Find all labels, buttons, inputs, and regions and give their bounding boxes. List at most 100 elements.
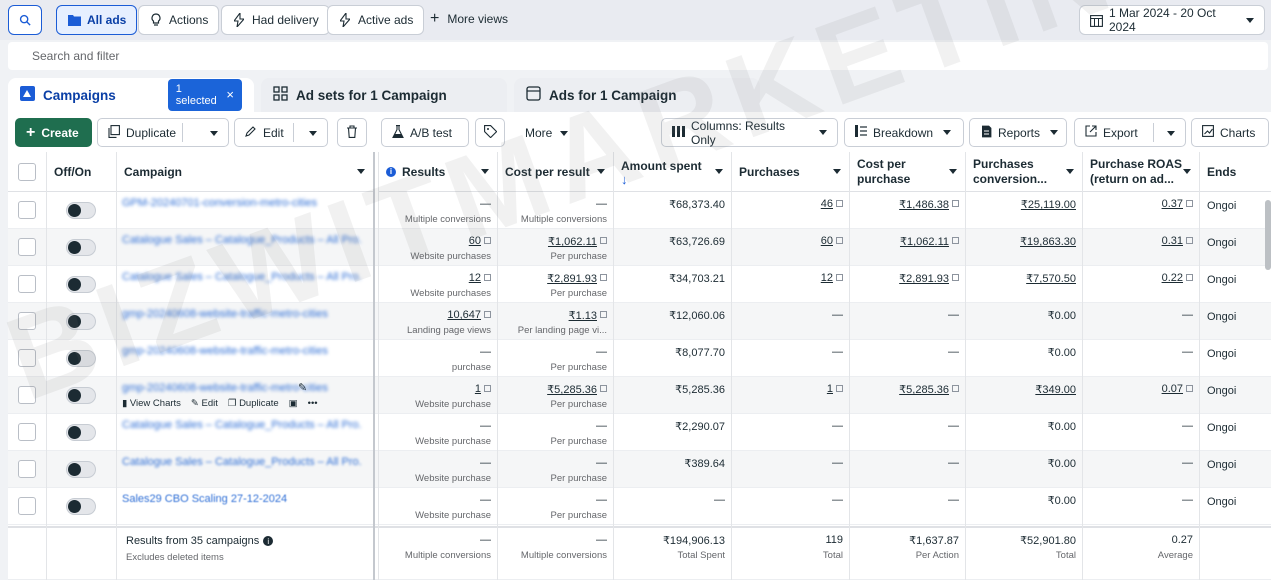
on-off-toggle[interactable] <box>66 276 96 293</box>
roas-value[interactable]: 0.22 <box>1162 272 1193 284</box>
chevron-down-icon[interactable] <box>309 131 317 136</box>
on-off-toggle[interactable] <box>66 239 96 256</box>
charts-button[interactable]: Charts <box>1191 118 1269 147</box>
campaign-name-link[interactable]: Catalogue Sales – Catalogue_Products – A… <box>122 419 362 431</box>
purchases-value[interactable]: 46 <box>821 198 843 210</box>
search-toggle-button[interactable] <box>8 5 42 35</box>
conv-value[interactable]: ₹25,119.00 <box>1021 198 1076 211</box>
conv-value[interactable]: ₹19,863.30 <box>1020 235 1076 248</box>
cpp-value[interactable]: ₹5,285.36 <box>899 383 959 396</box>
campaign-name-link[interactable]: Catalogue Sales – Catalogue_Products – A… <box>122 234 362 246</box>
row-checkbox[interactable] <box>18 275 36 293</box>
results-value[interactable]: 12 <box>469 272 491 284</box>
row-checkbox[interactable] <box>18 497 36 515</box>
on-off-toggle[interactable] <box>66 313 96 330</box>
chevron-down-icon[interactable] <box>210 131 218 136</box>
view-all-ads[interactable]: All ads <box>56 5 138 35</box>
campaign-name-link[interactable]: gmp-20240608-website-traffic-metro-citie… <box>122 382 362 394</box>
ab-test-button[interactable]: A/B test <box>381 118 469 147</box>
header-campaign[interactable]: Campaign <box>116 152 373 192</box>
header-purchases-conversion[interactable]: Purchases conversion... <box>965 152 1082 192</box>
cpp-value[interactable]: ₹1,486.38 <box>899 198 959 211</box>
view-actions[interactable]: Actions <box>138 5 220 35</box>
tag-button[interactable] <box>475 118 505 147</box>
results-value[interactable]: 10,647 <box>447 309 491 321</box>
header-results[interactable]: i Results <box>378 152 497 192</box>
header-purchases[interactable]: Purchases <box>731 152 849 192</box>
image-icon[interactable]: ▣ <box>289 398 298 409</box>
row-checkbox[interactable] <box>18 349 36 367</box>
results-value[interactable]: 1 <box>475 383 491 395</box>
more-actions[interactable]: ••• <box>308 398 318 409</box>
on-off-toggle[interactable] <box>66 202 96 219</box>
export-button[interactable]: Export <box>1074 118 1186 147</box>
row-checkbox[interactable] <box>18 238 36 256</box>
view-charts-action[interactable]: ▮ View Charts <box>122 398 181 409</box>
select-all-checkbox[interactable] <box>18 163 36 181</box>
on-off-toggle[interactable] <box>66 424 96 441</box>
tab-campaigns[interactable]: Campaigns 1 selected × <box>8 78 254 112</box>
delete-button[interactable] <box>337 118 367 147</box>
cpr-value[interactable]: ₹1,062.11 <box>548 235 607 248</box>
on-off-toggle[interactable] <box>66 387 96 404</box>
date-range-picker[interactable]: 1 Mar 2024 - 20 Oct 2024 <box>1079 5 1265 35</box>
header-ends[interactable]: Ends <box>1199 152 1271 192</box>
campaign-name-link[interactable]: Catalogue Sales – Catalogue_Products – A… <box>122 456 362 468</box>
campaign-name-link[interactable]: gmp-20240608-website-traffic-metro-citie… <box>122 345 362 357</box>
on-off-toggle[interactable] <box>66 498 96 515</box>
header-cost-per-purchase[interactable]: Cost per purchase <box>849 152 965 192</box>
roas-value[interactable]: 0.07 <box>1162 383 1193 395</box>
header-amount-spent[interactable]: Amount spent ↓ <box>613 152 731 192</box>
row-checkbox[interactable] <box>18 201 36 219</box>
header-off-on[interactable]: Off/On <box>46 152 116 192</box>
pencil-icon[interactable]: ✎ <box>298 381 307 394</box>
cpr-value[interactable]: ₹2,891.93 <box>547 272 607 285</box>
edit-action[interactable]: ✎ Edit <box>191 398 218 409</box>
campaign-name-link[interactable]: gmp-20240608-website-traffic-metro-citie… <box>122 308 362 320</box>
purchases-value[interactable]: 12 <box>821 272 843 284</box>
duplicate-action[interactable]: ❐ Duplicate <box>228 398 279 409</box>
row-checkbox[interactable] <box>18 423 36 441</box>
scrollbar[interactable] <box>1265 200 1271 270</box>
campaign-name-link[interactable]: Catalogue Sales – Catalogue_Products – A… <box>122 271 362 283</box>
selected-badge[interactable]: 1 selected × <box>167 79 242 111</box>
view-active-ads[interactable]: Active ads <box>327 5 425 35</box>
info-icon[interactable]: i <box>263 536 274 546</box>
close-icon[interactable]: × <box>226 88 234 101</box>
create-button[interactable]: + Create <box>15 118 92 147</box>
summary-purchases: 119 Total <box>731 528 849 565</box>
row-checkbox[interactable] <box>18 312 36 330</box>
chevron-down-icon[interactable] <box>1167 131 1175 136</box>
tab-ads[interactable]: Ads for 1 Campaign <box>514 78 760 112</box>
reports-button[interactable]: Reports <box>969 118 1067 147</box>
cpr-value[interactable]: ₹5,285.36 <box>547 383 607 396</box>
more-views-button[interactable]: + More views <box>430 11 508 27</box>
campaign-name-link[interactable]: Sales29 CBO Scaling 27-12-2024 <box>122 493 362 505</box>
search-input[interactable]: Search and filter <box>8 42 1268 70</box>
conv-value[interactable]: ₹349.00 <box>1035 383 1076 396</box>
purchases-value[interactable]: 60 <box>821 235 843 247</box>
cpp-value[interactable]: ₹1,062.11 <box>900 235 959 248</box>
edit-button[interactable]: Edit <box>234 118 328 147</box>
row-checkbox[interactable] <box>18 460 36 478</box>
more-button[interactable]: More <box>525 126 569 140</box>
view-had-delivery[interactable]: Had delivery <box>221 5 330 35</box>
header-cost-per-result[interactable]: Cost per result <box>497 152 613 192</box>
cpp-value[interactable]: ₹2,891.93 <box>899 272 959 285</box>
folder-icon <box>67 13 81 27</box>
breakdown-button[interactable]: Breakdown <box>844 118 964 147</box>
cpr-value[interactable]: ₹1.13 <box>569 309 607 322</box>
on-off-toggle[interactable] <box>66 350 96 367</box>
columns-button[interactable]: Columns: Results Only <box>661 118 838 147</box>
roas-value[interactable]: 0.37 <box>1162 198 1193 210</box>
results-value[interactable]: 60 <box>469 235 491 247</box>
purchases-value[interactable]: 1 <box>827 383 843 395</box>
tab-ad-sets[interactable]: Ad sets for 1 Campaign <box>261 78 507 112</box>
roas-value[interactable]: 0.31 <box>1162 235 1193 247</box>
conv-value[interactable]: ₹7,570.50 <box>1026 272 1076 285</box>
row-checkbox[interactable] <box>18 386 36 404</box>
campaign-name-link[interactable]: GPM-20240701-conversion-metro-cities <box>122 197 362 209</box>
on-off-toggle[interactable] <box>66 461 96 478</box>
duplicate-button[interactable]: Duplicate <box>97 118 229 147</box>
header-purchase-roas[interactable]: Purchase ROAS (return on ad... <box>1082 152 1199 192</box>
